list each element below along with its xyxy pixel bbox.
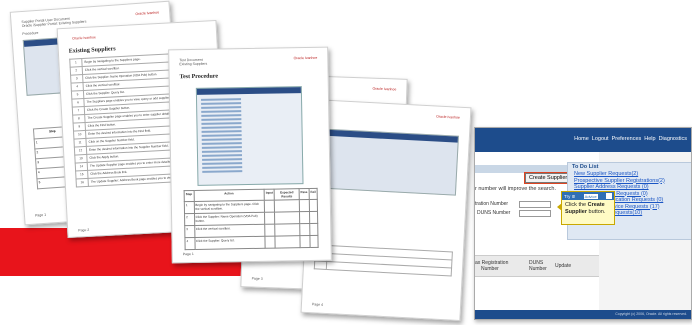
empty-cell — [264, 236, 276, 249]
test-procedure-table: Step Action Input Expected Results Pass Fail 1… — [184, 188, 319, 250]
step-number: 16 — [76, 178, 89, 188]
empty-cell — [299, 199, 310, 212]
advice-tab[interactable]: Advice — [583, 193, 598, 199]
page-footer: Page 1 — [34, 212, 47, 218]
screenshot-thumbnail — [195, 86, 304, 186]
guidance-tooltip: Try It! Advice x Click the Create Suppli… — [557, 191, 615, 225]
duns-number-input[interactable] — [519, 210, 551, 217]
column-header: Expected Results — [274, 188, 300, 201]
header-red-note: Oracle Ivanhoe — [135, 10, 160, 17]
empty-cell — [264, 200, 275, 213]
nav-link-logout[interactable]: Logout — [592, 136, 609, 142]
page-footer: Page 1 — [182, 251, 194, 257]
continued-table — [314, 244, 453, 276]
global-nav: Home Logout Preferences Help Diagnostics — [574, 136, 687, 142]
to-do-title: To Do List — [572, 164, 599, 170]
empty-cell — [299, 223, 310, 236]
empty-cell — [274, 199, 300, 213]
empty-cell — [309, 199, 318, 212]
page-footer: Page 3 — [251, 276, 263, 281]
header-line-2: Existing Suppliers — [179, 61, 208, 67]
app-header-bar: Home Logout Preferences Help Diagnostics — [475, 128, 691, 152]
header-red-note: Oracle Ivanhoe — [72, 35, 96, 41]
col-duns-2: Number — [529, 266, 547, 272]
app-screenshot: Home Logout Preferences Help Diagnostics Cre… — [474, 127, 692, 320]
duns-number-label: DUNS Number — [477, 210, 511, 216]
step-number: 3 — [184, 225, 195, 238]
column-header: Step — [184, 190, 194, 202]
nav-link-help[interactable]: Help — [644, 136, 655, 142]
create-supplier-button[interactable]: Create Supplier — [523, 172, 573, 184]
header-red-note: Oracle Ivanhoe — [372, 86, 397, 92]
copyright: Copyright (c) 2006, Oracle. All rights r… — [615, 312, 687, 316]
col-tax-registration-2: Number — [481, 266, 499, 272]
table-row: 4 Click the Supplier: Query list. — [184, 235, 319, 250]
results-table-header: ax Registration Number DUNS Number Updat… — [475, 255, 599, 277]
document-page-3: Test Document Existing Suppliers Oracle … — [168, 46, 332, 264]
nav-link-diagnostics[interactable]: Diagnostics — [659, 136, 687, 142]
registration-number-input[interactable] — [519, 201, 551, 208]
step-text: Click the Supplier: Query list. — [194, 236, 266, 250]
column-header: Input — [264, 189, 275, 201]
empty-cell — [309, 211, 318, 224]
try-it-label: Try It! — [564, 193, 576, 199]
page-footer: Page 2 — [78, 227, 90, 233]
tooltip-text: Click the Create Supplier button. — [565, 202, 606, 215]
header-red-note: Oracle Ivanhoe — [436, 114, 461, 120]
step-number: 1 — [184, 201, 195, 214]
column-header: Fail — [308, 188, 318, 200]
app-footer: Copyright (c) 2006, Oracle. All rights r… — [475, 310, 691, 319]
empty-cell — [299, 211, 310, 224]
step-number: 4 — [184, 237, 195, 250]
empty-cell — [274, 211, 300, 225]
step-number: 2 — [184, 213, 195, 226]
empty-cell — [264, 224, 276, 237]
empty-cell — [275, 235, 300, 249]
column-header: Pass — [298, 188, 310, 200]
nav-link-preferences[interactable]: Preferences — [612, 136, 642, 142]
col-update: Update — [555, 263, 572, 269]
screenshot-thumbnail — [318, 128, 459, 196]
close-icon[interactable]: x — [605, 193, 612, 199]
page-heading: Test Procedure — [179, 73, 219, 81]
empty-cell — [275, 223, 300, 237]
page-header: Oracle Ivanhoe — [312, 100, 471, 122]
empty-cell — [264, 212, 276, 225]
registration-number-label: tration Number — [475, 201, 509, 207]
header-red-note: Oracle Ivanhoe — [293, 55, 318, 61]
empty-cell — [309, 223, 318, 236]
nav-link-home[interactable]: Home — [574, 136, 589, 142]
empty-cell — [309, 235, 319, 248]
page-footer: Page 4 — [311, 302, 324, 307]
empty-cell — [299, 235, 310, 248]
search-hint: r number will improve the search. — [475, 186, 557, 192]
